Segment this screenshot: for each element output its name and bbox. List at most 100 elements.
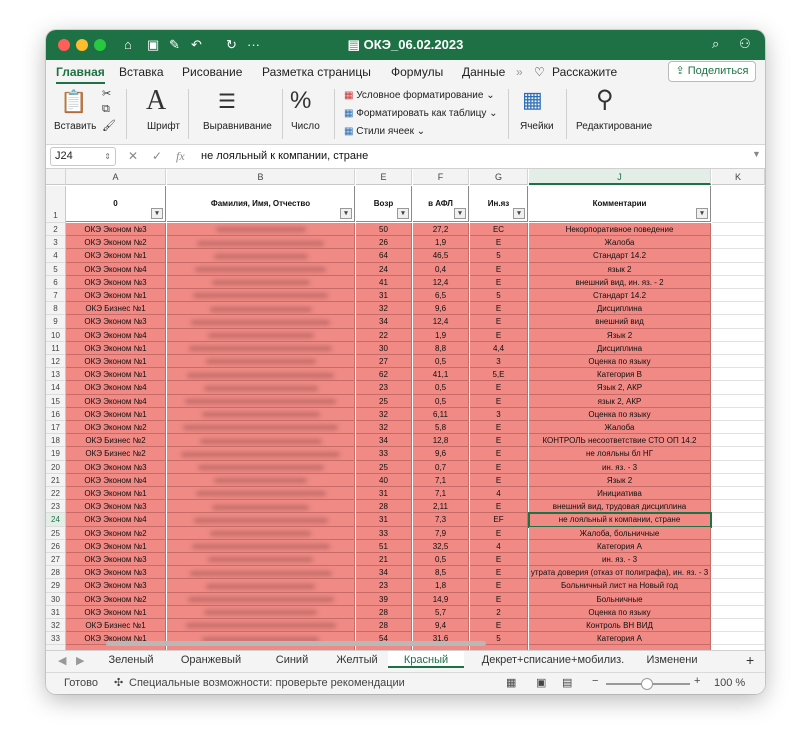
column-header-f[interactable]: F [413, 169, 469, 185]
cell-f[interactable]: 0,4 [413, 262, 469, 276]
row-header[interactable]: 20 [46, 460, 66, 474]
cell-e[interactable]: 28 [356, 500, 412, 514]
row-header[interactable]: 10 [46, 328, 66, 342]
empty-cell[interactable] [712, 632, 765, 646]
table-header-e[interactable]: Возр ▾ [356, 186, 412, 222]
cell-a[interactable]: ОКЭ Эконом №4 [66, 328, 166, 342]
cell-g[interactable]: 5,Е [470, 368, 528, 382]
cell-a[interactable]: ОКЭ Эконом №2 [66, 526, 166, 540]
cell-j[interactable]: язык 2, АКР [529, 394, 711, 408]
cell-g[interactable]: Е [470, 579, 528, 593]
cell-g[interactable]: ЕС [470, 223, 528, 237]
column-header-e[interactable]: E [356, 169, 412, 185]
empty-cell[interactable] [712, 473, 765, 487]
cell-j[interactable]: утрата доверия (отказ от полиграфа), ин.… [529, 566, 711, 580]
cell-b[interactable] [167, 460, 355, 474]
cell-g[interactable]: Е [470, 500, 528, 514]
row-header[interactable]: 1 [46, 186, 66, 223]
cell-e[interactable]: 50 [356, 223, 412, 237]
accessibility-status[interactable]: Специальные возможности: проверьте реком… [129, 677, 405, 689]
share-button[interactable]: ⇪ Поделиться [668, 61, 756, 82]
empty-cell[interactable] [712, 539, 765, 553]
row-header[interactable]: 18 [46, 434, 66, 448]
cell-g[interactable]: 5 [470, 289, 528, 303]
empty-cell[interactable] [712, 394, 765, 408]
cell-e[interactable]: 23 [356, 381, 412, 395]
cut-icon[interactable]: ✂ [102, 87, 111, 100]
cell-e[interactable]: 31 [356, 289, 412, 303]
empty-cell[interactable] [712, 487, 765, 501]
confirm-icon[interactable]: ✓ [152, 149, 162, 163]
table-header-f[interactable]: в АФЛ ▾ [413, 186, 469, 222]
page-break-icon[interactable]: ▤ [562, 676, 572, 689]
cell-g[interactable]: Е [470, 553, 528, 567]
cell-a[interactable]: ОКЭ Эконом №2 [66, 421, 166, 435]
format-painter-icon[interactable]: 🖌 [102, 119, 116, 132]
cell-b[interactable] [167, 341, 355, 355]
cell-b[interactable] [167, 394, 355, 408]
cell-b[interactable] [167, 434, 355, 448]
row-header[interactable]: 24 [46, 513, 66, 527]
empty-cell[interactable] [712, 249, 765, 263]
cell-j[interactable]: Язык 2, АКР [529, 381, 711, 395]
row-header[interactable]: 7 [46, 289, 66, 303]
cell-j[interactable]: Дисциплина [529, 302, 711, 316]
number-button[interactable]: Число [291, 121, 320, 132]
cell-b[interactable] [167, 553, 355, 567]
filter-dropdown-icon[interactable]: ▾ [513, 208, 525, 219]
fx-icon[interactable]: fx [176, 149, 185, 164]
cell-a[interactable]: ОКЭ Эконом №3 [66, 460, 166, 474]
column-header-g[interactable]: G [470, 169, 528, 185]
cell-j[interactable]: ин. яз. - 3 [529, 460, 711, 474]
align-icon[interactable]: ☰ [218, 89, 236, 114]
cell-e[interactable]: 31 [356, 513, 412, 527]
cell-j[interactable]: Жалоба [529, 421, 711, 435]
cell-j[interactable]: Стандарт 14.2 [529, 249, 711, 263]
empty-cell[interactable] [712, 592, 765, 606]
cell-b[interactable] [167, 447, 355, 461]
cell-styles-button[interactable]: ▦ Стили ячеек ⌄ [344, 126, 425, 137]
paste-button[interactable]: Вставить [54, 121, 96, 132]
empty-cell[interactable] [712, 605, 765, 619]
row-header[interactable]: 13 [46, 368, 66, 382]
cell-g[interactable]: Е [470, 236, 528, 250]
cell-g[interactable]: 2 [470, 605, 528, 619]
row-header[interactable]: 6 [46, 275, 66, 289]
cell-j[interactable]: язык 2 [529, 262, 711, 276]
row-header[interactable]: 30 [46, 592, 66, 606]
empty-cell[interactable] [712, 619, 765, 633]
cell-a[interactable]: ОКЭ Бизнес №2 [66, 434, 166, 448]
cell-f[interactable]: 0,5 [413, 381, 469, 395]
cell-f[interactable]: 0,5 [413, 553, 469, 567]
cell-b[interactable] [167, 355, 355, 369]
cell-j[interactable]: Больничный лист на Новый год [529, 579, 711, 593]
cell-g[interactable]: ЕF [470, 513, 528, 527]
empty-cell[interactable] [712, 407, 765, 421]
cell-f[interactable]: 12,4 [413, 275, 469, 289]
spreadsheet-grid[interactable]: A B E F G J K 1 0 ▾ Фамилия, Имя, Отчество ▾ Возр ▾ в … [46, 169, 765, 650]
cell-a[interactable]: ОКЭ Бизнес №1 [66, 619, 166, 633]
cell-f[interactable]: 7,1 [413, 487, 469, 501]
cell-f[interactable]: 12,8 [413, 434, 469, 448]
share-people-icon[interactable]: ⚇ [739, 36, 751, 52]
cell-j[interactable]: Дисциплина [529, 341, 711, 355]
clipboard-icon[interactable]: 📋 [60, 89, 87, 115]
tab-home[interactable]: Главная [56, 65, 105, 84]
cell-g[interactable]: Е [470, 619, 528, 633]
table-header-g[interactable]: Ин.яз ▾ [470, 186, 528, 222]
cell-g[interactable]: Е [470, 592, 528, 606]
cell-a[interactable]: ОКЭ Эконом №4 [66, 381, 166, 395]
empty-cell[interactable] [712, 513, 765, 527]
cell-e[interactable]: 31 [356, 487, 412, 501]
filter-dropdown-icon[interactable]: ▾ [454, 208, 466, 219]
row-header[interactable]: 5 [46, 262, 66, 276]
cell-a[interactable]: ОКЭ Эконом №1 [66, 407, 166, 421]
empty-cell[interactable] [712, 553, 765, 567]
empty-cell[interactable] [712, 526, 765, 540]
cell-e[interactable]: 32 [356, 302, 412, 316]
row-header[interactable]: 3 [46, 236, 66, 250]
empty-cell[interactable] [712, 421, 765, 435]
cell-b[interactable] [167, 526, 355, 540]
tab-insert[interactable]: Вставка [119, 65, 164, 79]
table-header-j[interactable]: Комментарии ▾ [529, 186, 711, 222]
